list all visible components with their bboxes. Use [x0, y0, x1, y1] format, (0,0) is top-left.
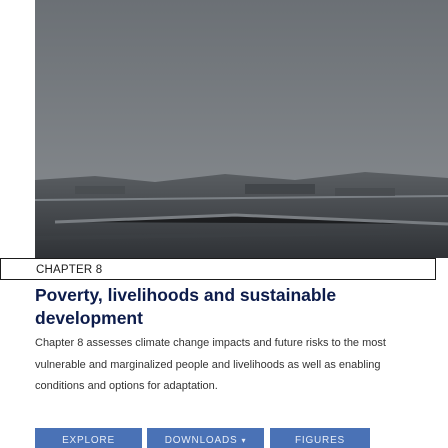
explore-button[interactable]: EXPLORE — [35, 428, 142, 448]
hero-image — [35, 0, 448, 258]
explore-label: EXPLORE — [62, 435, 115, 446]
chapter-strip: CHAPTER 8 — [0, 258, 436, 280]
chapter-description: Chapter 8 assesses climate change impact… — [35, 337, 386, 392]
chapter-title: Poverty, livelihoods and sustainable dev… — [35, 285, 337, 328]
figures-label: FIGURES — [294, 435, 346, 446]
downloads-label: DOWNLOADS — [164, 435, 238, 446]
downloads-button[interactable]: DOWNLOADS ▾ — [147, 428, 264, 448]
figures-button[interactable]: FIGURES — [270, 428, 370, 448]
landscape-photo-icon — [35, 0, 448, 258]
chevron-down-icon: ▾ — [241, 436, 247, 445]
action-buttons: EXPLORE DOWNLOADS ▾ FIGURES — [35, 428, 448, 448]
chapter-label: CHAPTER 8 — [36, 264, 103, 276]
